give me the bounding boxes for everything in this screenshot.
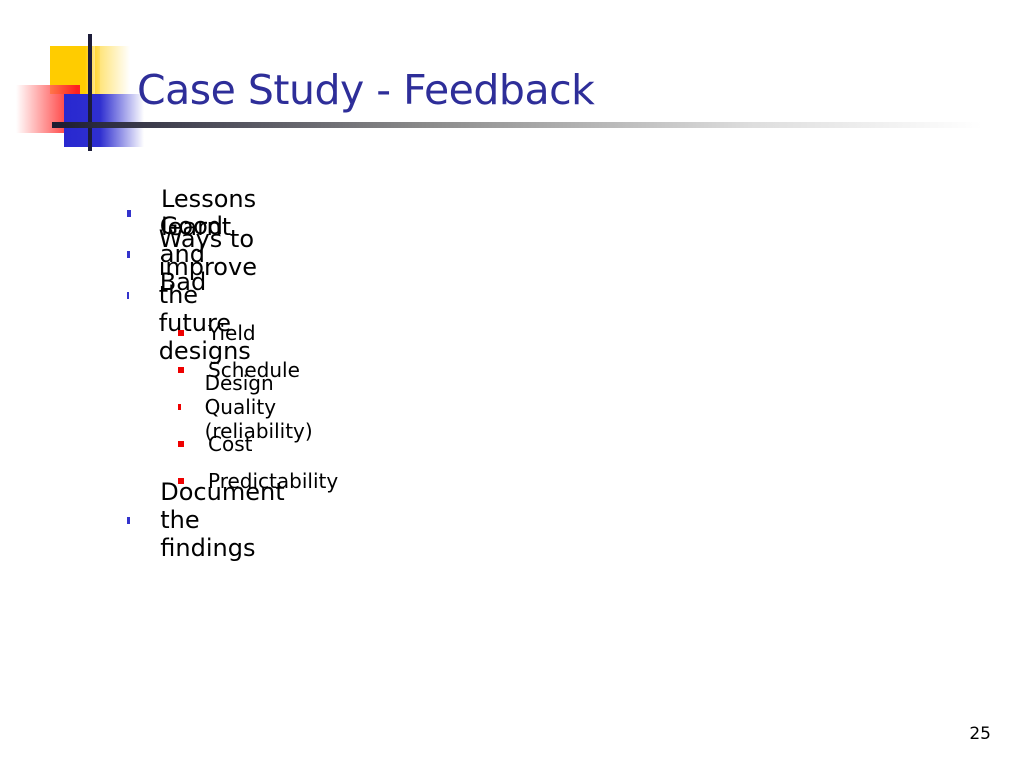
vertical-line-decoration: [88, 34, 92, 151]
page-number: 25: [969, 724, 991, 744]
bullet-text: Document the findings: [160, 478, 285, 562]
square-bullet-icon: [127, 209, 131, 217]
square-bullet-icon: [178, 404, 181, 410]
square-bullet-icon: [127, 250, 130, 258]
slide-title: Case Study - Feedback: [137, 66, 595, 114]
sub-bullet-item: Yield: [178, 320, 256, 346]
square-bullet-icon: [178, 330, 184, 336]
square-bullet-icon: [127, 516, 131, 524]
sub-bullet-item: Design Quality (reliability): [178, 371, 316, 443]
decorative-logo-graphic: [0, 0, 160, 160]
blue-square-decoration: [64, 94, 144, 147]
sub-bullet-text: Yield: [208, 321, 256, 345]
title-underline-divider: [52, 122, 982, 128]
sub-bullet-item: Cost: [178, 431, 252, 457]
square-bullet-icon: [178, 367, 184, 373]
sub-bullet-text: Cost: [208, 432, 253, 456]
bullet-item: Document the findings: [127, 478, 288, 562]
bullet-item: Ways to improve the future designs: [127, 225, 262, 365]
square-bullet-icon: [127, 291, 129, 299]
square-bullet-icon: [178, 441, 184, 447]
yellow-fade-decoration: [95, 46, 130, 94]
